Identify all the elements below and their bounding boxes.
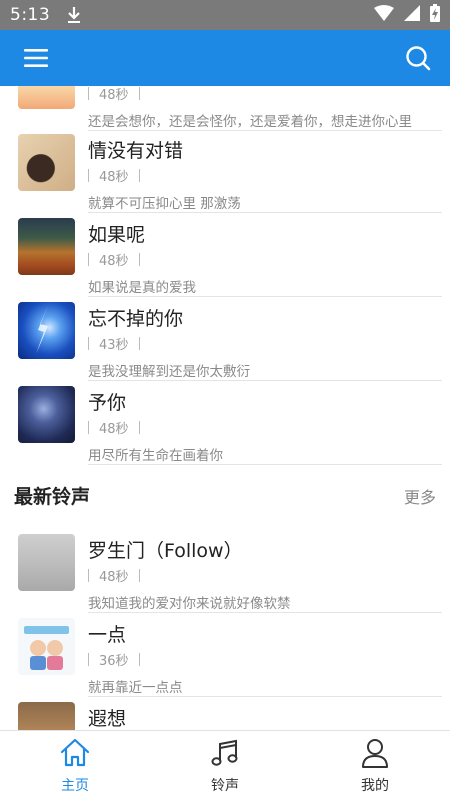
song-duration: 48秒 [99,422,129,437]
list-item[interactable]: 如果呢 48秒 如果说是真的爱我 [0,218,450,302]
section-header-latest: 最新铃声 更多 [0,482,450,518]
user-icon [359,737,391,773]
song-meta: 48秒 [88,250,140,269]
song-title: 罗生门（Follow） [88,540,243,562]
song-title: 忘不掉的你 [88,308,184,330]
song-title: 予你 [88,392,127,414]
content-list[interactable]: 48秒 还是会想你，还是会怪你，还是爱着你，想走进你心里 情没有对错 48秒 就… [0,86,450,730]
cover-image [18,86,75,109]
cover-image [18,618,75,675]
song-title: 遐想 [88,708,127,730]
list-item[interactable]: 罗生门（Follow） 48秒 我知道我的爱对你来说就好像软禁 [0,534,450,618]
song-meta: 43秒 [88,334,140,353]
song-duration: 48秒 [99,170,129,185]
list-item[interactable]: 情没有对错 48秒 就算不可压抑心里 那激荡 [0,134,450,218]
song-duration: 43秒 [99,338,129,353]
app-bar [0,30,450,86]
status-bar: 5:13 [0,0,450,30]
bottom-tab-bar: 主页 铃声 我的 [0,730,450,800]
cover-image [18,534,75,591]
home-icon [59,737,91,773]
song-duration: 36秒 [99,654,129,669]
list-item[interactable]: 忘不掉的你 43秒 是我没理解到还是你太敷衍 [0,302,450,386]
song-meta: 48秒 [88,86,140,103]
list-item[interactable]: 予你 48秒 用尽所有生命在画着你 [0,386,450,470]
song-duration: 48秒 [99,570,129,585]
cover-image [18,386,75,443]
tab-label: 主页 [61,778,89,794]
music-note-icon [209,737,241,773]
tab-home[interactable]: 主页 [0,731,150,800]
song-meta: 48秒 [88,166,140,185]
divider [88,696,442,697]
download-icon [66,6,82,24]
list-item[interactable]: 遐想 [0,702,450,730]
tab-label: 铃声 [211,778,239,794]
song-meta: 48秒 [88,566,140,585]
divider [88,612,442,613]
divider [88,296,442,297]
song-title: 情没有对错 [88,140,184,162]
list-item[interactable]: 一点 36秒 就再靠近一点点 [0,618,450,702]
divider [88,212,442,213]
cover-image [18,702,75,730]
song-meta: 48秒 [88,418,140,437]
song-meta: 36秒 [88,650,140,669]
song-duration: 48秒 [99,88,129,103]
song-lyric: 用尽所有生命在画着你 [88,448,223,464]
menu-icon[interactable] [22,44,50,72]
cover-image [18,134,75,191]
list-item[interactable]: 48秒 还是会想你，还是会怪你，还是爱着你，想走进你心里 [0,86,450,136]
search-icon[interactable] [404,44,432,72]
song-lyric: 是我没理解到还是你太敷衍 [88,364,250,380]
battery-icon [430,4,440,26]
tab-ringtones[interactable]: 铃声 [150,731,300,800]
divider [88,130,442,131]
cover-image [18,302,75,359]
cover-image [18,218,75,275]
wifi-icon [374,5,394,25]
tab-mine[interactable]: 我的 [300,731,450,800]
song-lyric: 就再靠近一点点 [88,680,183,696]
song-title: 一点 [88,624,127,646]
divider [88,464,442,465]
section-title: 最新铃声 [14,486,91,508]
song-title: 如果呢 [88,224,146,246]
signal-icon [404,5,420,25]
song-lyric: 还是会想你，还是会怪你，还是爱着你，想走进你心里 [88,114,412,130]
tab-label: 我的 [361,778,389,794]
more-link[interactable]: 更多 [404,484,436,508]
song-lyric: 如果说是真的爱我 [88,280,196,296]
song-lyric: 就算不可压抑心里 那激荡 [88,196,241,212]
divider [88,380,442,381]
song-duration: 48秒 [99,254,129,269]
song-lyric: 我知道我的爱对你来说就好像软禁 [88,596,291,612]
status-time: 5:13 [10,5,51,25]
